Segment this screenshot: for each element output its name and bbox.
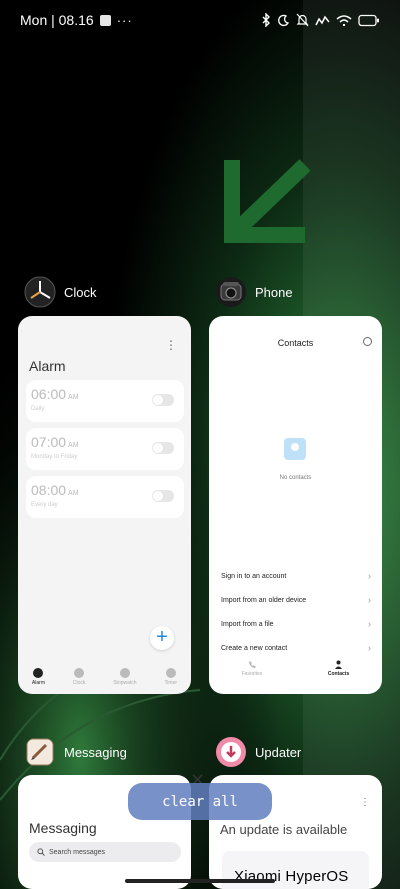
alarm-ampm: AM: [68, 442, 79, 449]
clock-tab-bar: Alarm Clock Stopwatch Timer: [18, 668, 191, 686]
alarm-ampm: AM: [68, 490, 79, 497]
tab-label: Contacts: [327, 671, 350, 677]
tab-favorites: Favorites: [241, 660, 263, 677]
alarm-icon: [33, 668, 44, 678]
alarm-toggle: [152, 394, 174, 406]
wifi-icon: [336, 14, 352, 26]
tab-contacts: Contacts: [328, 660, 349, 677]
app-name: Phone: [255, 284, 293, 300]
more-options-icon: ⋮: [360, 797, 370, 808]
contact-option: Import from an older device ›: [221, 595, 371, 605]
alarm-toggle: [152, 490, 174, 502]
chevron-right-icon: ›: [368, 619, 371, 629]
clock-app-icon: [24, 276, 56, 308]
clear-all-button[interactable]: clear all: [128, 783, 272, 820]
option-label: Import from a file: [221, 620, 274, 628]
more-options-icon: ⋮: [165, 338, 177, 352]
no-contacts-text: No contacts: [279, 475, 312, 481]
hourglass-icon: [165, 668, 176, 678]
app-header-clock[interactable]: Clock: [24, 276, 97, 308]
alarm-time: 06:00: [31, 386, 67, 402]
tab-label: Favorites: [241, 671, 263, 677]
app-header-messaging[interactable]: Messaging: [24, 736, 127, 768]
more-notifications-icon: ···: [116, 12, 133, 28]
tab-timer: Timer: [164, 668, 177, 686]
alarm-toggle: [152, 442, 174, 454]
phone-app-card[interactable]: Contacts No contacts Sign in to an accou…: [209, 316, 382, 694]
option-label: Sign in to an account: [221, 572, 287, 580]
contact-option: Import from a file ›: [221, 619, 371, 629]
updater-app-icon: [216, 737, 246, 767]
status-time: Mon | 08.16: [20, 12, 94, 28]
contact-option: Create a new contact ›: [221, 643, 371, 653]
alarm-label: Monday to Friday: [31, 454, 78, 460]
tab-label: Alarm: [31, 680, 45, 686]
tab-label: Clock: [72, 680, 86, 686]
moon-icon: [278, 14, 290, 26]
tab-stopwatch: Stopwatch: [113, 668, 137, 686]
tab-label: Timer: [164, 680, 178, 686]
alarm-time: 08:00: [31, 482, 67, 498]
bluetooth-icon: [262, 13, 270, 27]
alarm-time: 07:00: [31, 434, 67, 450]
app-name: Clock: [64, 284, 97, 300]
clock-app-card[interactable]: ⋮ Alarm 06:00 AM Daily 07:00 AM Monday to …: [18, 316, 191, 694]
phone-app-icon: [216, 277, 246, 307]
alarm-label: Every day: [31, 502, 58, 508]
alarm-row: 06:00 AM Daily: [26, 380, 184, 422]
notification-icon: [99, 14, 111, 26]
chevron-right-icon: ›: [368, 643, 371, 653]
home-indicator[interactable]: [125, 879, 275, 883]
option-label: Import from an older device: [221, 596, 307, 604]
contact-option: Sign in to an account ›: [221, 571, 371, 581]
battery-icon: [358, 14, 379, 26]
person-icon: [335, 660, 343, 669]
tab-label: Stopwatch: [113, 680, 137, 686]
option-label: Create a new contact: [221, 644, 288, 652]
tab-clock: Clock: [72, 668, 86, 686]
signal-icon: [315, 15, 330, 25]
world-clock-icon: [74, 668, 85, 678]
app-header-updater[interactable]: Updater: [215, 736, 301, 768]
bell-mute-icon: [296, 13, 309, 27]
empty-contacts-icon: [284, 438, 306, 460]
contacts-title: Contacts: [277, 338, 314, 348]
alarm-row: 08:00 AM Every day: [26, 476, 184, 518]
tab-alarm: Alarm: [32, 668, 45, 686]
phone-tab-bar: Favorites Contacts: [209, 660, 382, 677]
phone-icon: [248, 661, 256, 668]
search-icon: [37, 848, 45, 856]
search-bar: Search messages: [29, 842, 181, 862]
chevron-right-icon: ›: [368, 595, 371, 605]
alarm-ampm: AM: [68, 394, 79, 401]
app-header-phone[interactable]: Phone: [215, 276, 293, 308]
chevron-right-icon: ›: [368, 571, 371, 581]
add-alarm-button: +: [150, 626, 174, 650]
settings-gear-icon: [363, 337, 372, 346]
search-placeholder: Search messages: [49, 848, 106, 856]
messaging-app-icon: [26, 738, 54, 766]
alarm-row: 07:00 AM Monday to Friday: [26, 428, 184, 470]
stopwatch-icon: [119, 668, 130, 678]
status-bar: Mon | 08.16 ···: [0, 0, 400, 40]
alarm-label: Daily: [31, 406, 45, 412]
app-name: Messaging: [64, 744, 127, 760]
messaging-title: Messaging: [29, 820, 97, 836]
app-name: Updater: [255, 744, 302, 760]
clock-title: Alarm: [29, 358, 66, 374]
update-title: An update is available: [220, 822, 348, 837]
